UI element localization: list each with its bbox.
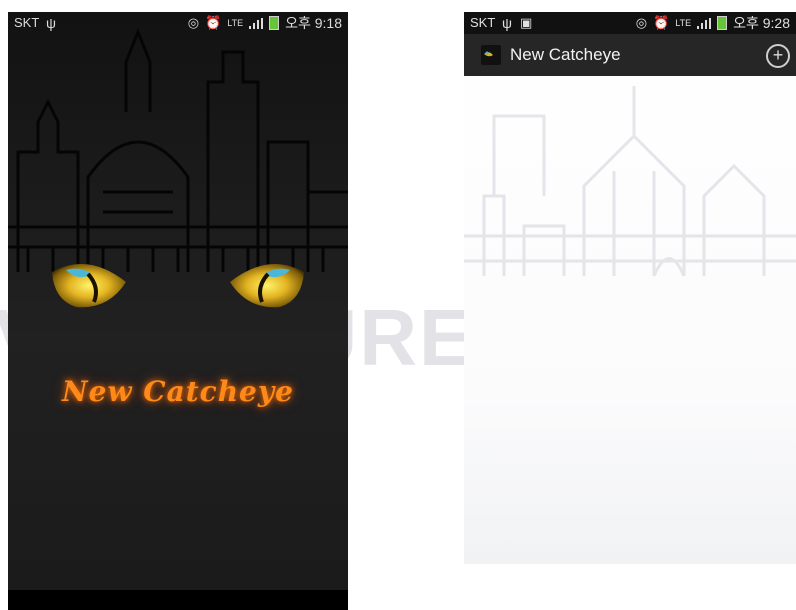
eye-icon: ◎ bbox=[635, 15, 648, 30]
app-logo-icon[interactable] bbox=[481, 45, 501, 65]
clock: 오후 9:28 bbox=[733, 15, 790, 31]
app-main-screen: SKT ψ ▣ ◎ ⏰ LTE 오후 9:28 New Catcheye + bbox=[464, 12, 796, 564]
splash-app-title: New Catcheye bbox=[62, 375, 294, 408]
signal-icon bbox=[697, 17, 712, 29]
splash-screen: SKT ψ ◎ ⏰ LTE 오후 9:18 New Catcheye bbox=[8, 12, 348, 610]
battery-icon bbox=[717, 16, 728, 30]
image-icon: ▣ bbox=[520, 15, 533, 30]
bottom-bar bbox=[8, 590, 348, 610]
action-bar: New Catcheye + bbox=[464, 34, 796, 76]
city-skyline-art bbox=[8, 27, 348, 272]
castle-watermark-art bbox=[464, 86, 796, 277]
status-bar: SKT ψ ▣ ◎ ⏰ LTE 오후 9:28 bbox=[464, 12, 796, 34]
carrier-label: SKT bbox=[470, 15, 496, 30]
left-eye-icon bbox=[52, 264, 126, 308]
add-circle-icon[interactable]: + bbox=[766, 44, 790, 68]
action-bar-title: New Catcheye bbox=[510, 45, 621, 64]
alarm-icon: ⏰ bbox=[653, 15, 670, 30]
cat-eyes-art bbox=[52, 264, 304, 308]
right-eye-icon bbox=[230, 264, 304, 308]
usb-icon: ψ bbox=[502, 15, 512, 31]
lte-icon: LTE bbox=[675, 18, 692, 28]
